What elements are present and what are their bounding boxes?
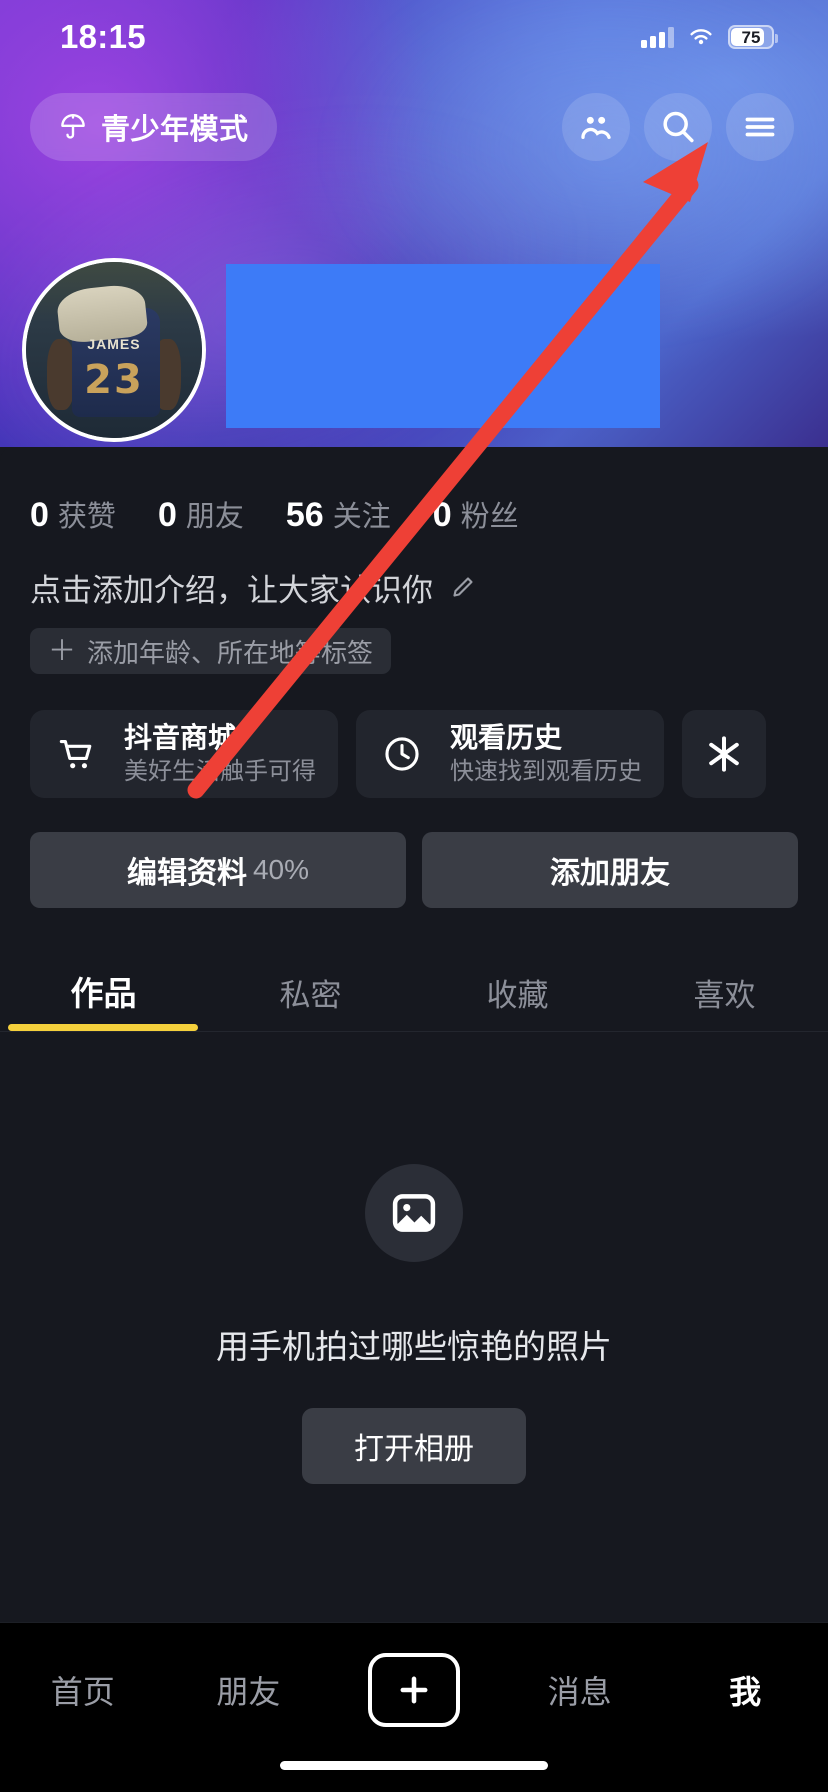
teen-mode-label: 青少年模式: [101, 114, 249, 146]
content-tabs: 作品 私密 收藏 喜欢: [0, 952, 828, 1032]
status-bar-time: 18:15: [60, 18, 146, 55]
stat-friends-label: 朋友: [185, 501, 244, 533]
top-nav-bar: 青少年模式: [0, 88, 828, 166]
home-indicator: [280, 1761, 548, 1770]
bottom-nav-messages[interactable]: 消息: [497, 1653, 663, 1727]
stat-following-label: 关注: [332, 501, 391, 533]
shortcut-card-history-subtitle: 快速找到观看历史: [450, 757, 642, 785]
bottom-nav-create[interactable]: [331, 1653, 497, 1727]
battery-level-text: 75: [741, 27, 761, 47]
stat-friends[interactable]: 0 朋友: [158, 493, 244, 535]
top-nav-icon-group: [562, 93, 794, 161]
status-bar: 18:15 75: [0, 0, 828, 74]
tag-plus-icon: ＋: [48, 635, 77, 666]
redaction-overlay: [226, 264, 660, 428]
tab-private-label: 私密: [279, 978, 342, 1013]
plus-icon[interactable]: [367, 1653, 460, 1727]
friends-icon: [581, 116, 611, 139]
tab-likes-label: 喜欢: [693, 978, 756, 1013]
profile-stats-row: 0 获赞 0 朋友 56 关注 0 粉丝: [0, 447, 828, 535]
add-tags-chip[interactable]: ＋ 添加年龄、所在地等标签: [30, 628, 392, 674]
bottom-nav-home[interactable]: 首页: [0, 1653, 166, 1727]
stat-followers[interactable]: 0 粉丝: [433, 493, 519, 535]
add-friend-button[interactable]: 添加朋友: [422, 832, 798, 908]
friends-icon-button[interactable]: [562, 93, 630, 161]
active-tab-underline: [8, 1024, 198, 1031]
stat-followers-label: 粉丝: [460, 501, 519, 533]
sparkle-icon: [696, 726, 752, 782]
open-album-label: 打开相册: [354, 1433, 474, 1466]
bottom-nav-messages-label: 消息: [547, 1674, 612, 1710]
tab-favorites[interactable]: 收藏: [414, 970, 621, 1031]
stat-followers-count: 0: [432, 496, 452, 534]
stat-likes-count: 0: [30, 496, 49, 534]
tab-works-label: 作品: [70, 975, 137, 1012]
shortcut-cards-row: 抖音商城 美好生活触手可得 观看历史 快速找到观看历史: [0, 674, 828, 798]
hamburger-menu-icon: [745, 117, 775, 137]
avatar-jersey-name: JAMES: [87, 335, 141, 352]
tab-likes[interactable]: 喜欢: [621, 970, 828, 1031]
umbrella-icon: [61, 114, 85, 139]
bottom-nav-friends-label: 朋友: [216, 1674, 281, 1710]
shopping-cart-icon: [48, 726, 104, 782]
tab-works[interactable]: 作品: [0, 967, 207, 1031]
shortcut-card-mall-title: 抖音商城: [124, 721, 237, 753]
battery-icon: 75: [728, 25, 778, 49]
douyin-profile-screen: 18:15 75 青少年模式 JAMES 23 0 获赞 0 朋友 56 关注 …: [0, 0, 828, 1792]
bottom-nav-me-label: 我: [729, 1674, 762, 1710]
bottom-nav-bar: 首页 朋友 消息 我: [0, 1622, 828, 1792]
edit-profile-button[interactable]: 编辑资料 40%: [30, 832, 406, 908]
avatar[interactable]: JAMES 23: [22, 258, 206, 442]
stat-following[interactable]: 56 关注: [286, 493, 391, 535]
add-friend-label: 添加朋友: [550, 857, 670, 890]
image-placeholder-icon: [392, 1194, 436, 1232]
bio-row[interactable]: 点击添加介绍，让大家认识你: [0, 535, 828, 610]
hamburger-menu-button[interactable]: [726, 93, 794, 161]
open-album-button[interactable]: 打开相册: [302, 1408, 526, 1484]
shortcut-card-mall[interactable]: 抖音商城 美好生活触手可得: [30, 710, 338, 798]
pencil-icon[interactable]: [447, 573, 477, 603]
profile-info-panel: 0 获赞 0 朋友 56 关注 0 粉丝 点击添加介绍，让大家认识你 ＋ 添加年…: [0, 447, 828, 1792]
shortcut-card-partial[interactable]: [682, 710, 766, 798]
bio-placeholder-text: 点击添加介绍，让大家认识你: [30, 573, 433, 608]
profile-action-buttons: 编辑资料 40% 添加朋友: [0, 798, 828, 908]
add-tags-label: 添加年龄、所在地等标签: [87, 637, 374, 668]
empty-state-icon-circle: [365, 1164, 463, 1262]
edit-profile-percent: 40%: [252, 854, 310, 885]
empty-state: 用手机拍过哪些惊艳的照片 打开相册: [0, 1032, 828, 1484]
search-icon-button[interactable]: [644, 93, 712, 161]
bottom-nav-home-label: 首页: [50, 1674, 115, 1710]
cellular-signal-icon: [641, 26, 674, 48]
tab-private[interactable]: 私密: [207, 970, 414, 1031]
tag-row: ＋ 添加年龄、所在地等标签: [0, 610, 828, 674]
edit-profile-label: 编辑资料: [126, 857, 247, 890]
wifi-icon: [690, 29, 712, 45]
avatar-photo: JAMES 23: [26, 262, 202, 438]
status-bar-indicators: 75: [641, 25, 778, 49]
search-icon: [663, 111, 694, 143]
clock-icon: [374, 726, 430, 782]
bottom-nav-friends[interactable]: 朋友: [166, 1653, 332, 1727]
stat-following-count: 56: [285, 496, 324, 534]
shortcut-card-history-title: 观看历史: [450, 721, 563, 753]
stat-friends-count: 0: [157, 496, 177, 534]
avatar-jersey-number: 23: [84, 357, 144, 404]
tab-favorites-label: 收藏: [486, 978, 549, 1013]
stat-likes-label: 获赞: [57, 501, 116, 533]
teen-mode-button[interactable]: 青少年模式: [30, 93, 277, 161]
shortcut-card-mall-subtitle: 美好生活触手可得: [124, 757, 316, 785]
empty-state-message: 用手机拍过哪些惊艳的照片: [216, 1328, 612, 1365]
stat-likes[interactable]: 0 获赞: [30, 493, 116, 535]
shortcut-card-history[interactable]: 观看历史 快速找到观看历史: [356, 710, 664, 798]
bottom-nav-me[interactable]: 我: [662, 1653, 828, 1727]
